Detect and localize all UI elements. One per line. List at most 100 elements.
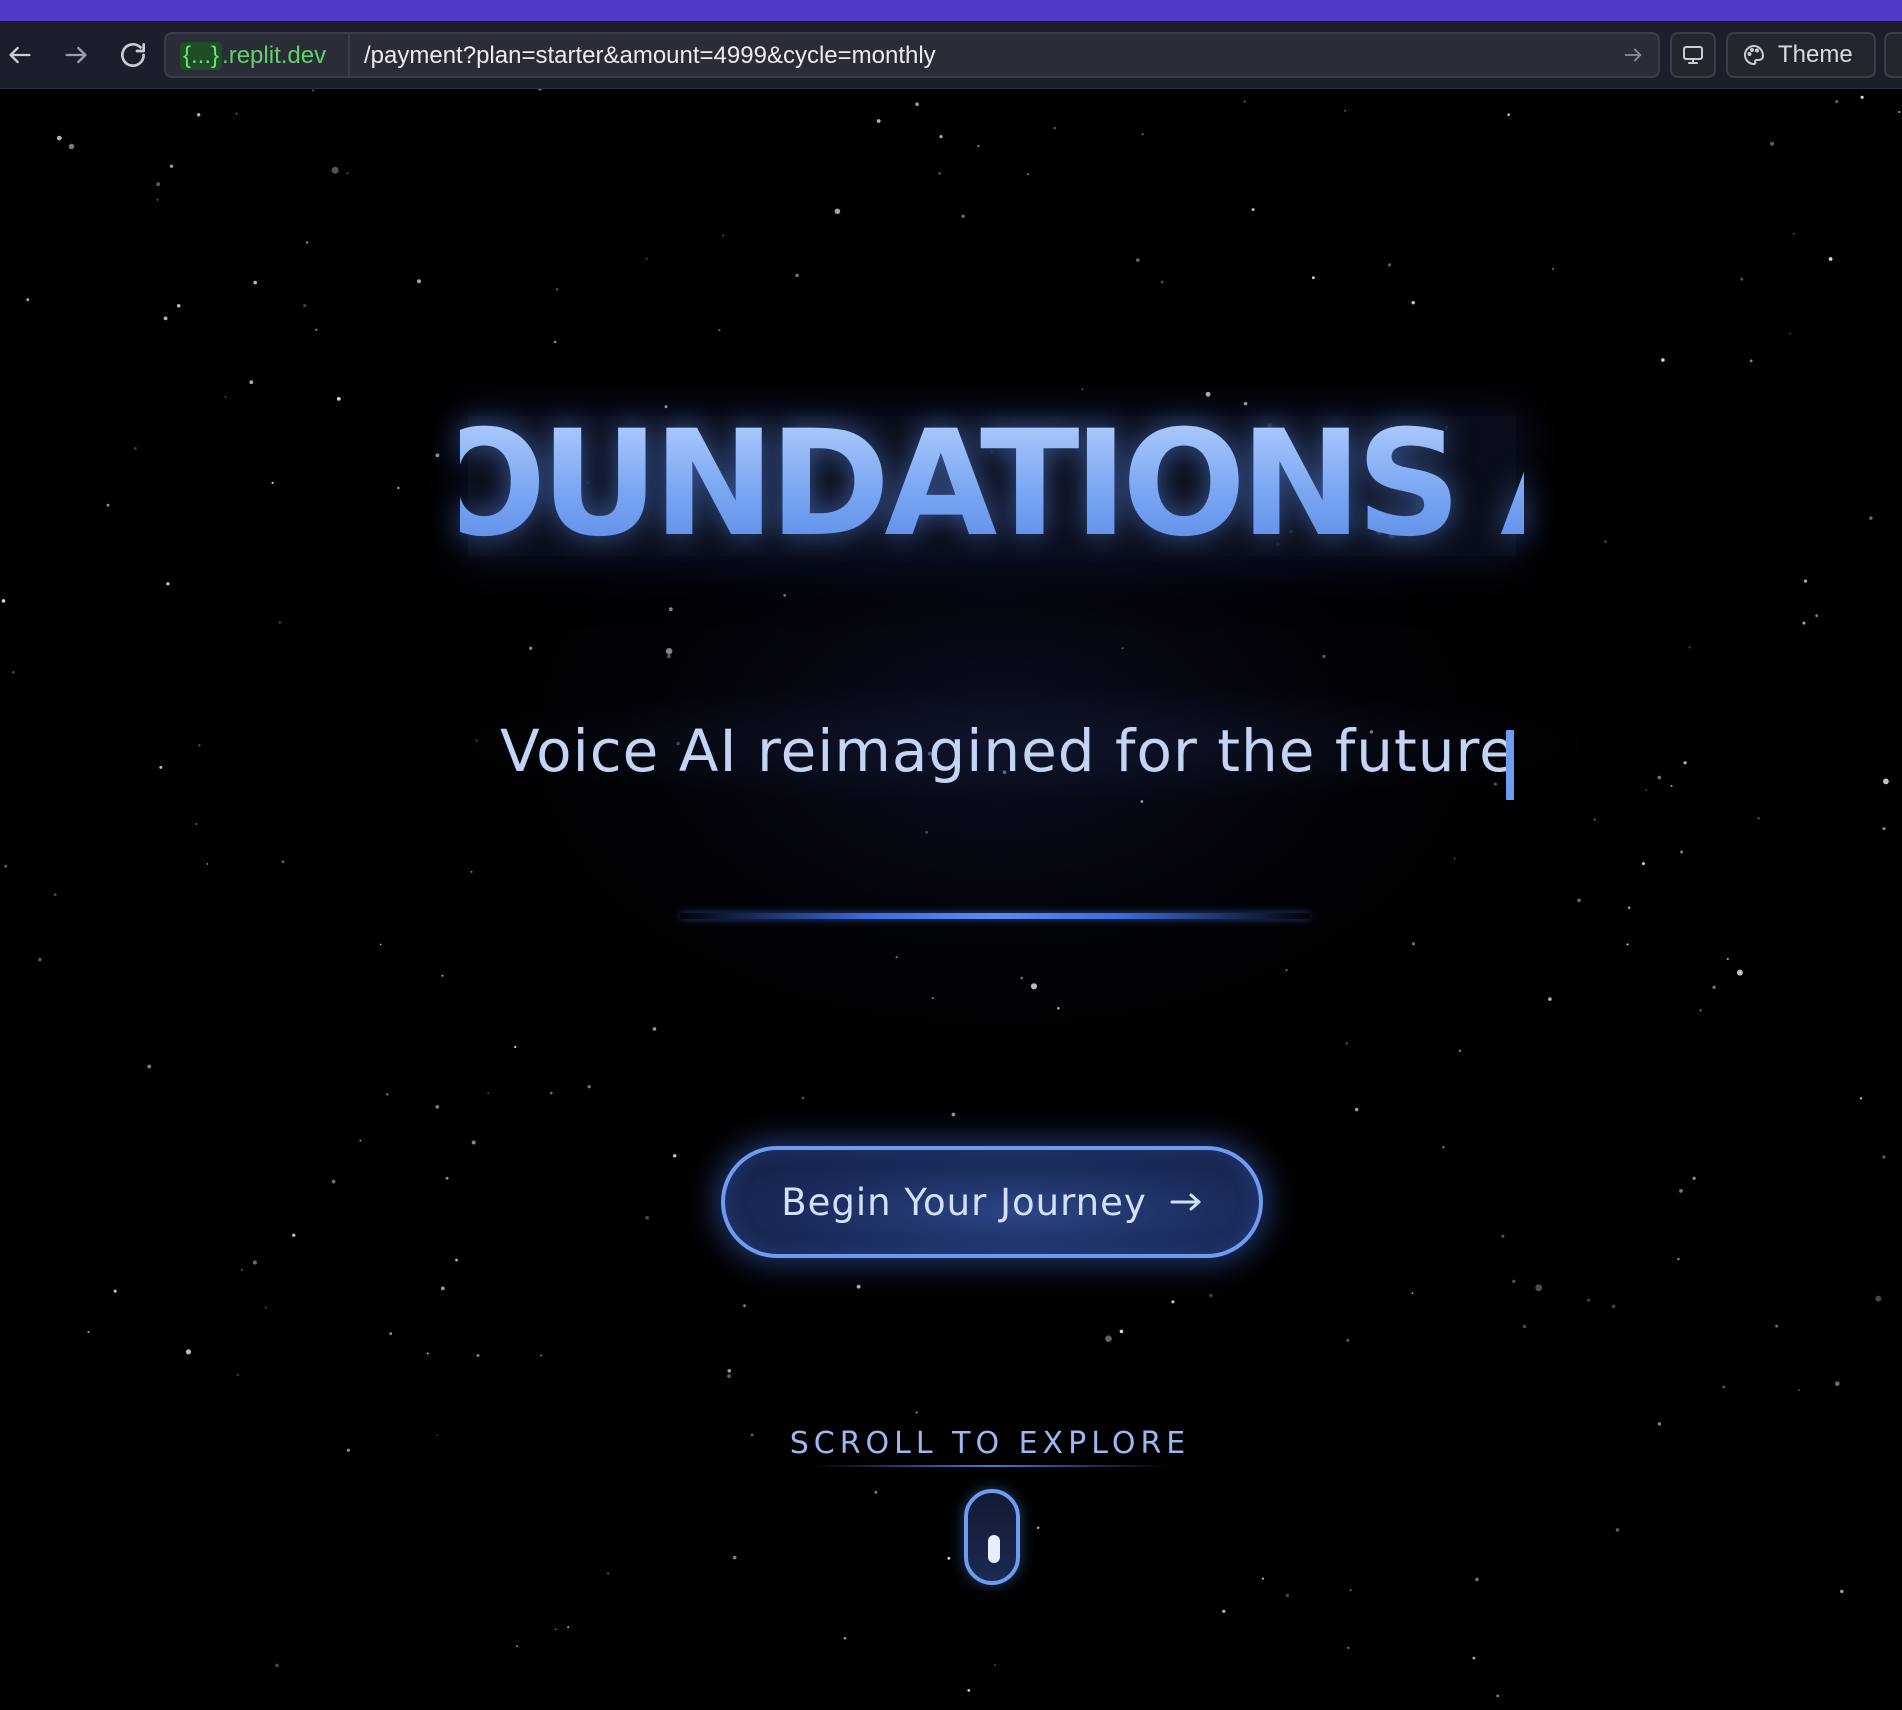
forward-button[interactable] (56, 35, 96, 75)
url-separator (348, 34, 350, 76)
star (87, 1330, 90, 1334)
star (253, 280, 257, 285)
star (1347, 1646, 1350, 1650)
star (389, 1332, 393, 1335)
star (1699, 1009, 1702, 1012)
star (12, 670, 15, 674)
star (113, 1289, 117, 1293)
scroll-mouse-icon[interactable] (964, 1489, 1020, 1585)
star (1641, 862, 1645, 866)
star (476, 1354, 480, 1357)
star (938, 172, 941, 175)
star (53, 893, 57, 897)
star (1679, 1189, 1683, 1193)
star (1036, 1526, 1040, 1529)
star (1136, 258, 1140, 262)
url-host-domain: .replit.dev (222, 42, 327, 69)
reload-button[interactable] (113, 35, 153, 75)
star (68, 143, 75, 150)
star (1803, 579, 1808, 583)
star (4, 864, 8, 868)
device-preview-button[interactable] (1670, 32, 1716, 78)
url-host-prefix: {...} (180, 42, 223, 70)
star (801, 1096, 805, 1100)
star (177, 304, 181, 308)
star (1105, 1335, 1112, 1342)
star (1840, 1589, 1844, 1594)
star (516, 1645, 519, 1648)
begin-journey-button[interactable]: Begin Your Journey (721, 1146, 1263, 1258)
star (386, 1093, 389, 1096)
url-path[interactable]: /payment?plan=starter&amount=4999&cycle=… (364, 40, 936, 72)
star (159, 765, 163, 769)
star (1860, 95, 1864, 99)
star (1349, 1589, 1352, 1591)
star (281, 860, 285, 864)
star (732, 1555, 737, 1560)
star (38, 957, 42, 962)
star (166, 582, 170, 586)
star (1740, 277, 1744, 281)
star (538, 89, 542, 91)
star (1501, 1234, 1505, 1238)
star (1442, 1146, 1445, 1149)
star (1683, 761, 1687, 765)
star (1512, 1279, 1516, 1283)
star (1680, 850, 1684, 854)
star (26, 298, 30, 302)
star (134, 447, 137, 450)
star (195, 823, 198, 825)
star (56, 135, 62, 141)
star (206, 863, 209, 865)
theme-button[interactable]: Theme (1726, 32, 1876, 78)
star (947, 1556, 951, 1560)
overflow-button[interactable] (1884, 32, 1902, 78)
star (1883, 778, 1889, 785)
star (292, 1233, 296, 1237)
star (1828, 257, 1833, 261)
star (1802, 621, 1806, 625)
star (1882, 827, 1886, 831)
hero-subtitle: Voice AI reimagined for the future (500, 717, 1516, 785)
star (1053, 126, 1056, 130)
star (795, 273, 799, 277)
star (436, 1434, 438, 1437)
star (727, 1374, 731, 1378)
hero-title: FOUNDATIONS AI (328, 399, 1662, 569)
star (106, 503, 110, 507)
star (1344, 109, 1346, 112)
star (1869, 516, 1873, 520)
typing-cursor (1506, 730, 1514, 800)
star (1593, 818, 1596, 821)
star (224, 396, 227, 398)
star (156, 198, 159, 201)
star (426, 1352, 429, 1355)
star (1788, 332, 1791, 335)
star (915, 1411, 918, 1414)
scroll-to-explore-label: SCROLL TO EXPLORE (789, 1425, 1191, 1461)
star (1577, 898, 1581, 903)
star (185, 1349, 192, 1355)
star (750, 1433, 754, 1437)
star (163, 316, 168, 321)
star (556, 288, 559, 291)
star (1835, 100, 1839, 104)
star (1692, 1176, 1696, 1181)
url-bar[interactable]: {...} .replit.dev /payment?plan=starter&a… (164, 32, 1660, 78)
star (567, 1626, 570, 1629)
back-button[interactable] (0, 35, 40, 75)
star (1552, 268, 1554, 270)
star (834, 208, 841, 215)
star (1688, 646, 1691, 649)
star (1645, 789, 1647, 791)
star (440, 1286, 445, 1291)
star (1757, 817, 1760, 820)
page-viewport: FOUNDATIONS AI Voice AI reimagined for t… (0, 89, 1902, 1710)
url-go-button[interactable] (1618, 40, 1648, 70)
star (856, 1284, 861, 1289)
star (312, 89, 314, 92)
star (156, 182, 161, 187)
star (359, 1139, 362, 1142)
star (549, 1091, 553, 1095)
star (1775, 1324, 1778, 1328)
